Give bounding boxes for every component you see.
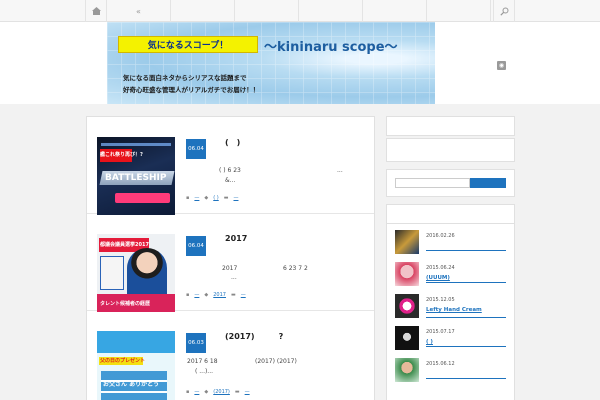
post-title[interactable]: 2017: [225, 234, 247, 243]
post-date-badge: 06.04: [186, 236, 206, 256]
post-date-badge: 06.03: [186, 333, 206, 353]
top-nav: «: [0, 0, 600, 22]
search-button[interactable]: [470, 178, 506, 188]
comment-icon: ▬: [234, 389, 240, 395]
nav-item-3[interactable]: [235, 0, 299, 22]
banner-tagline-2: 好奇心旺盛な管理人がリアルガチでお届け！！: [123, 86, 260, 94]
rss-icon[interactable]: ◉: [497, 61, 506, 70]
search-input[interactable]: [395, 178, 470, 188]
comment-icon: ▬: [230, 292, 236, 298]
recent-post-item[interactable]: 2015.07.17 ( ): [395, 326, 510, 356]
folder-icon: ▪: [186, 389, 190, 395]
sidebar-widget-1: [386, 116, 515, 136]
banner-title-jp: 気になるスコープ！: [118, 36, 258, 53]
category-link[interactable]: —: [194, 389, 199, 395]
nav-arrow: «: [136, 6, 141, 16]
post-title[interactable]: (2017) ?: [225, 331, 283, 342]
banner-tagline-1: 気になる面白ネタからシリアスな話題まで: [123, 74, 247, 82]
post-excerpt: 2017 6 18: [187, 358, 218, 365]
tag-icon: ◆: [204, 292, 209, 298]
comment-link[interactable]: —: [241, 292, 246, 298]
post-meta: ▪ — ◆ 2017 ▬ —: [186, 292, 246, 298]
folder-icon: ▪: [186, 292, 190, 298]
recent-post-thumbnail: [395, 358, 419, 382]
post-meta: ▪ — ◆ (2017) ▬ —: [186, 389, 250, 395]
post-excerpt: 2017: [222, 265, 238, 272]
nav-item-4[interactable]: [299, 0, 363, 22]
recent-post-link-underline: [426, 317, 506, 318]
nav-item-6[interactable]: [427, 0, 491, 22]
post-list: 艦これ祭り再び！? BATTLESHIP 06.04 ( ) ( ) 6 23 …: [86, 116, 375, 400]
post-card: 艦これ祭り再び！? BATTLESHIP 06.04 ( ) ( ) 6 23 …: [87, 117, 374, 215]
recent-post-thumbnail: [395, 262, 419, 286]
recent-post-item[interactable]: 2015.06.24 (UUUM): [395, 262, 510, 292]
post-thumbnail[interactable]: 艦これ祭り再び！? BATTLESHIP: [97, 137, 175, 215]
recent-post-date: 2015.06.12: [426, 361, 455, 367]
recent-post-date: 2015.12.05: [426, 297, 455, 303]
post-thumbnail[interactable]: 都議会議員選挙2017 タレント候補者の経歴: [97, 234, 175, 312]
nav-item-prev[interactable]: «: [107, 0, 171, 22]
thumb-caption: お父さん ありがとう: [103, 381, 160, 388]
sidebar-widget-2: [386, 138, 515, 162]
home-icon[interactable]: [85, 0, 107, 22]
post-meta: ▪ — ◆ ( ) ▬ —: [186, 195, 238, 201]
recent-post-item[interactable]: 2015.12.05 Lefty Hand Cream: [395, 294, 510, 324]
comment-icon: ▬: [223, 195, 229, 201]
recent-post-thumbnail: [395, 230, 419, 254]
recent-post-thumbnail: [395, 326, 419, 350]
thumb-caption: 艦これ祭り再び！?: [100, 152, 143, 158]
post-card: 父の日のプレゼント お父さん ありがとう 06.03 (2017) ? 2017…: [87, 311, 374, 400]
thumb-caption: BATTLESHIP: [105, 173, 167, 183]
post-excerpt: ( ) 6 23: [219, 167, 241, 174]
nav-item-2[interactable]: [171, 0, 235, 22]
tag-link[interactable]: (2017): [213, 389, 230, 395]
post-excerpt: ...: [231, 274, 237, 281]
banner-title-en: ～kininaru scope～: [264, 40, 398, 55]
recent-post-title[interactable]: Lefty Hand Cream: [426, 307, 482, 313]
post-title[interactable]: ( ): [225, 137, 240, 148]
recent-posts-header: [386, 204, 515, 224]
recent-post-date: 2016.02.26: [426, 233, 455, 239]
recent-post-date: 2015.06.24: [426, 265, 455, 271]
recent-post-link-underline: [426, 250, 506, 251]
comment-link[interactable]: —: [245, 389, 250, 395]
recent-post-date: 2015.07.17: [426, 329, 455, 335]
thumb-caption: タレント候補者の経歴: [100, 301, 151, 307]
recent-post-link-underline: [426, 282, 506, 283]
site-header: 気になるスコープ！ ～kininaru scope～ 気になる面白ネタからシリア…: [0, 22, 600, 104]
search-icon[interactable]: [493, 0, 515, 22]
thumb-caption: 父の日のプレゼント: [100, 358, 146, 364]
post-excerpt: (2017) (2017): [255, 358, 297, 365]
post-excerpt: ...: [337, 167, 343, 174]
tag-link[interactable]: 2017: [213, 292, 226, 298]
post-excerpt: ( ...)...: [195, 368, 214, 375]
recent-post-title[interactable]: (UUUM): [426, 275, 450, 281]
folder-icon: ▪: [186, 195, 190, 201]
comment-link[interactable]: —: [233, 195, 238, 201]
thumb-caption: 都議会議員選挙2017: [100, 242, 149, 248]
category-link[interactable]: —: [194, 195, 199, 201]
post-excerpt: 6 23 7 2: [283, 265, 308, 272]
post-date-badge: 06.04: [186, 139, 206, 159]
search-widget: [386, 169, 515, 197]
post-excerpt: &...: [225, 177, 236, 184]
recent-post-thumbnail: [395, 294, 419, 318]
recent-post-title[interactable]: ( ): [426, 339, 433, 345]
nav-item-5[interactable]: [363, 0, 427, 22]
recent-post-item[interactable]: 2015.06.12: [395, 358, 510, 388]
recent-posts-widget: 2016.02.26 2015.06.24 (UUUM) 2015.12.05 …: [386, 224, 515, 400]
tag-icon: ◆: [204, 195, 209, 201]
tag-icon: ◆: [204, 389, 209, 395]
site-banner[interactable]: 気になるスコープ！ ～kininaru scope～ 気になる面白ネタからシリア…: [107, 22, 435, 104]
recent-post-link-underline: [426, 346, 506, 347]
recent-post-item[interactable]: 2016.02.26: [395, 230, 510, 260]
tag-link[interactable]: ( ): [213, 195, 219, 201]
post-card: 都議会議員選挙2017 タレント候補者の経歴 06.04 2017 2017 6…: [87, 214, 374, 312]
category-link[interactable]: —: [194, 292, 199, 298]
recent-post-link-underline: [426, 378, 506, 379]
post-thumbnail[interactable]: 父の日のプレゼント お父さん ありがとう: [97, 331, 175, 400]
